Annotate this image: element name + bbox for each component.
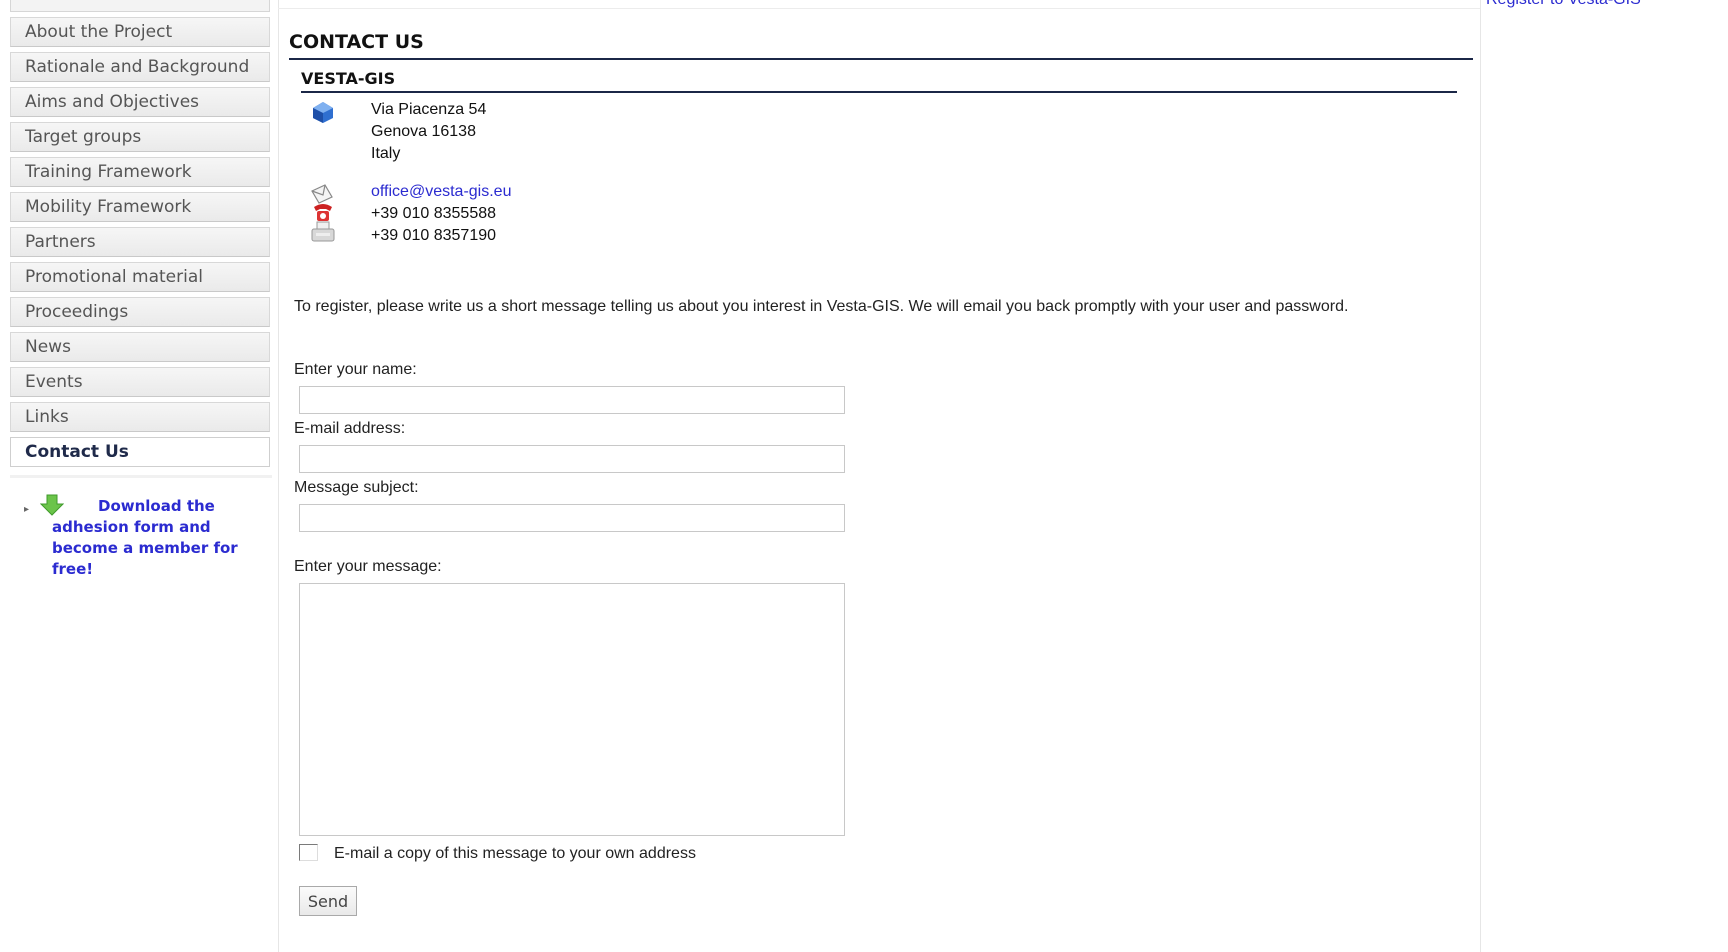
copy-checkbox[interactable] <box>299 844 318 861</box>
intro-text: To register, please write us a short mes… <box>294 298 1349 315</box>
email-input[interactable] <box>299 445 845 473</box>
sidebar-item-rationale-and-background[interactable]: Rationale and Background <box>10 52 270 82</box>
address-street: Via Piacenza 54 <box>371 101 487 118</box>
subject-label: Message subject: <box>294 479 419 496</box>
download-adhesion-form: ▸ Download the adhesion form and become … <box>10 494 266 580</box>
green-down-arrow-icon[interactable] <box>40 494 64 516</box>
sidebar-item-events[interactable]: Events <box>10 367 270 397</box>
message-textarea[interactable] <box>299 583 845 836</box>
message-label: Enter your message: <box>294 558 442 575</box>
register-link[interactable]: Register to Vesta-GIS <box>1486 0 1641 9</box>
sidebar-item-training-framework[interactable]: Training Framework <box>10 157 270 187</box>
house-icon <box>313 102 333 123</box>
name-input[interactable] <box>299 386 845 414</box>
fax-icon <box>311 221 335 242</box>
fax-number: +39 010 8357190 <box>371 227 497 244</box>
sidebar-item-mobility-framework[interactable]: Mobility Framework <box>10 192 270 222</box>
name-label: Enter your name: <box>294 361 417 378</box>
sidebar-item-target-groups[interactable]: Target groups <box>10 122 270 152</box>
contact-lines: office@vesta-gis.eu +39 010 8355588 +39 … <box>371 181 511 247</box>
sidebar-divider <box>10 467 272 478</box>
email-label: E-mail address: <box>294 420 406 437</box>
sidebar-item-proceedings[interactable]: Proceedings <box>10 297 270 327</box>
address-city: Genova 16138 <box>371 123 476 140</box>
bullet-icon: ▸ <box>24 504 30 515</box>
column-divider <box>1480 0 1481 952</box>
sidebar-item-aims-and-objectives[interactable]: Aims and Objectives <box>10 87 270 117</box>
column-divider <box>278 0 279 952</box>
copy-checkbox-label[interactable]: E-mail a copy of this message to your ow… <box>334 845 696 863</box>
address: Via Piacenza 54 Genova 16138 Italy <box>371 99 486 165</box>
subject-input[interactable] <box>299 504 845 532</box>
sidebar-item-promotional-material[interactable]: Promotional material <box>10 262 270 292</box>
phone-icon <box>314 204 332 221</box>
page-title: CONTACT US <box>289 30 1473 60</box>
main-content: CONTACT US VESTA-GIS Via Piacenza 54 Gen… <box>289 30 1473 916</box>
sidebar-item-links[interactable]: Links <box>10 402 270 432</box>
sidebar-nav: About the Project Rationale and Backgrou… <box>10 17 272 467</box>
address-country: Italy <box>371 145 401 162</box>
contact-form: Enter your name: E-mail address: Message… <box>294 360 1094 916</box>
company-name: VESTA-GIS <box>301 67 1457 93</box>
copy-checkbox-row: E-mail a copy of this message to your ow… <box>294 844 1094 868</box>
email-link[interactable]: office@vesta-gis.eu <box>371 183 511 200</box>
sidebar-item-about-the-project[interactable]: About the Project <box>10 17 270 47</box>
sidebar-item-contact-us[interactable]: Contact Us <box>10 437 270 467</box>
sidebar: About the Project Rationale and Backgrou… <box>10 0 272 580</box>
phone-number: +39 010 8355588 <box>371 205 497 222</box>
sidebar-item-news[interactable]: News <box>10 332 270 362</box>
send-button[interactable]: Send <box>299 886 357 916</box>
sidebar-item-partners[interactable]: Partners <box>10 227 270 257</box>
sidebar-item-partial[interactable] <box>10 0 270 12</box>
header-rule <box>278 8 1480 9</box>
